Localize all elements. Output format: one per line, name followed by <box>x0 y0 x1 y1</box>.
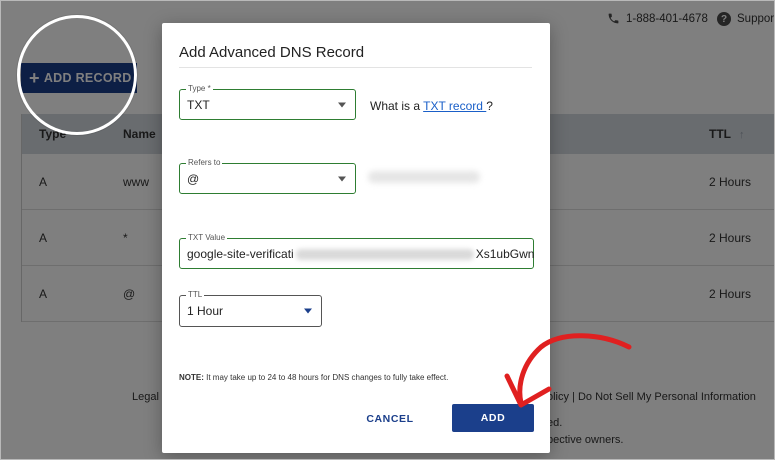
txt-value-end: Xs1ubGwn <box>475 246 535 261</box>
note-text: It may take up to 24 to 48 hours for DNS… <box>203 373 449 382</box>
cancel-button[interactable]: CANCEL <box>359 406 421 432</box>
blurred-token <box>295 248 474 260</box>
what-is-text: What is a TXT record ? <box>370 99 493 113</box>
txt-value-start: google-site-verificati <box>187 246 294 261</box>
txt-value-text: google-site-verificati Xs1ubGwn <box>187 247 534 261</box>
blurred-domain <box>368 171 480 183</box>
dns-note: NOTE: It may take up to 24 to 48 hours f… <box>179 373 448 382</box>
type-value: TXT <box>187 97 210 112</box>
ttl-value: 1 Hour <box>187 304 224 318</box>
txt-record-link[interactable]: TXT record <box>423 99 486 113</box>
dialog-title: Add Advanced DNS Record <box>179 44 365 61</box>
chevron-down-icon <box>338 102 346 107</box>
refers-to-select[interactable]: Refers to @ <box>179 158 356 194</box>
refers-to-label: Refers to <box>186 158 223 168</box>
add-button[interactable]: ADD <box>452 404 534 432</box>
txt-value-label: TXT Value <box>186 233 228 243</box>
ttl-select[interactable]: TTL 1 Hour <box>179 290 322 327</box>
what-is-suffix: ? <box>486 99 493 113</box>
type-label: Type * <box>186 84 213 94</box>
note-bold: NOTE: <box>179 373 204 382</box>
type-select[interactable]: Type * TXT <box>179 84 356 120</box>
what-is-prefix: What is a <box>370 99 424 113</box>
refers-to-value: @ <box>187 171 200 186</box>
highlight-circle <box>17 15 137 135</box>
screenshot-frame: 1-888-401-4678 ? Support + ADD RECORD Ty… <box>0 0 775 460</box>
ttl-label: TTL <box>186 290 205 300</box>
chevron-down-icon <box>304 308 312 314</box>
txt-value-input[interactable]: TXT Value google-site-verificati Xs1ubGwn <box>179 233 534 269</box>
title-divider <box>179 67 532 68</box>
add-dns-record-dialog: Add Advanced DNS Record Type * TXT What … <box>162 23 550 453</box>
chevron-down-icon <box>338 176 346 181</box>
